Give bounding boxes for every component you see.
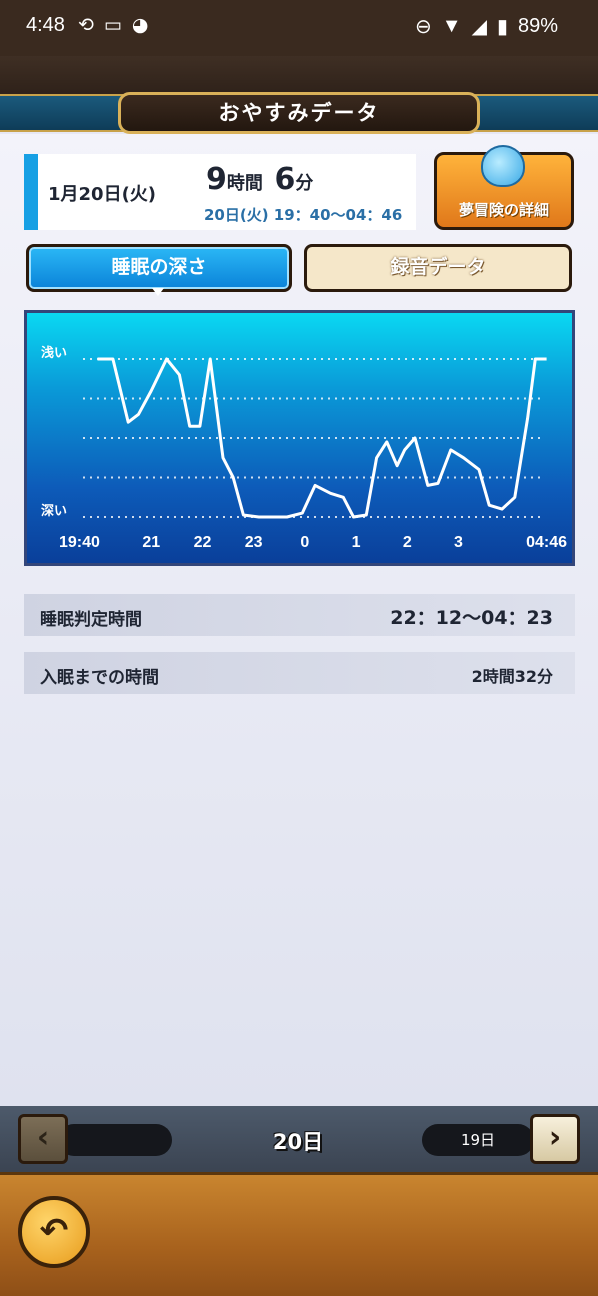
signal-icon: ◢ xyxy=(471,16,487,38)
x-tick-label: 21 xyxy=(142,534,160,551)
sleep-range: 20日(火) 19：40～04：46 xyxy=(204,206,403,224)
app-notification-icon: ◕ xyxy=(131,14,149,36)
x-tick-label: 0 xyxy=(300,534,309,551)
status-bar: 4:48 ⟲ ▭ ◕ ⊖ ▼ ◢ ▮ 89% xyxy=(0,0,598,56)
sleep-judgment-value: 22：12～04：23 xyxy=(390,607,553,629)
sleep-date: 1月20日(火) xyxy=(48,184,157,205)
next-day-button[interactable]: › xyxy=(530,1114,580,1164)
header-band xyxy=(0,56,598,96)
current-day: 20日 xyxy=(272,1130,324,1154)
sleep-depth-chart: 浅い 深い 19:40 21 22 23 0 1 2 3 04:46 xyxy=(24,310,575,566)
duration-hours-unit: 時間 xyxy=(226,173,263,194)
back-button[interactable]: ↶ xyxy=(18,1196,90,1268)
sleep-judgment-label: 睡眠判定時間 xyxy=(40,610,142,630)
time-to-sleep-value: 2時間32分 xyxy=(471,667,553,686)
tab-recording-data[interactable]: 録音データ xyxy=(304,244,572,292)
chevron-right-icon: › xyxy=(548,1120,562,1155)
duration-hours: 9 xyxy=(206,162,227,197)
next-day-pill[interactable]: 19日 xyxy=(422,1124,534,1156)
time-to-sleep-row: 入眠までの時間 2時間32分 xyxy=(24,652,575,694)
dream-adventure-label: 夢冒険の詳細 xyxy=(458,201,549,219)
y-label-shallow: 浅い xyxy=(41,345,67,360)
battery-level: 89% xyxy=(517,15,558,37)
y-label-deep: 深い xyxy=(41,503,67,518)
page-title: おやすみデータ xyxy=(118,92,480,134)
duration-minutes-unit: 分 xyxy=(295,173,314,194)
sleep-depth-plot: 浅い深い19:40 21 22 23 0 1 2 3 04:46 xyxy=(41,345,567,551)
tab-active-pointer xyxy=(152,288,164,296)
slime-icon xyxy=(481,145,525,187)
prev-day-pill[interactable] xyxy=(58,1124,172,1156)
status-time: 4:48 xyxy=(26,14,65,36)
duration-minutes: 6 xyxy=(274,162,296,197)
return-icon: ↶ xyxy=(39,1211,69,1251)
wifi-icon: ▼ xyxy=(441,15,462,37)
sleep-duration: 9時間 6分 xyxy=(206,162,313,197)
x-tick-label: 1 xyxy=(352,534,361,551)
time-to-sleep-label: 入眠までの時間 xyxy=(40,668,159,688)
x-tick-label: 3 xyxy=(454,534,463,551)
dnd-icon: ⊖ xyxy=(415,16,432,38)
tab-sleep-depth[interactable]: 睡眠の深さ xyxy=(26,244,292,292)
prev-day-button[interactable]: ‹ xyxy=(18,1114,68,1164)
x-tick-label: 22 xyxy=(194,534,212,551)
x-tick-label: 19:40 xyxy=(59,534,100,551)
sync-icon: ⟲ xyxy=(78,14,94,36)
x-tick-label: 23 xyxy=(245,534,263,551)
sleep-judgment-row: 睡眠判定時間 22：12～04：23 xyxy=(24,594,575,636)
dream-adventure-details-button[interactable]: 夢冒険の詳細 xyxy=(434,145,574,230)
x-tick-label: 04:46 xyxy=(526,534,567,551)
sleep-summary-card: 1月20日(火) 9時間 6分 20日(火) 19：40～04：46 xyxy=(24,154,416,230)
battery-icon: ▮ xyxy=(496,16,508,38)
chevron-left-icon: ‹ xyxy=(36,1120,50,1155)
bed-icon: ▭ xyxy=(103,14,122,36)
x-tick-label: 2 xyxy=(403,534,412,551)
